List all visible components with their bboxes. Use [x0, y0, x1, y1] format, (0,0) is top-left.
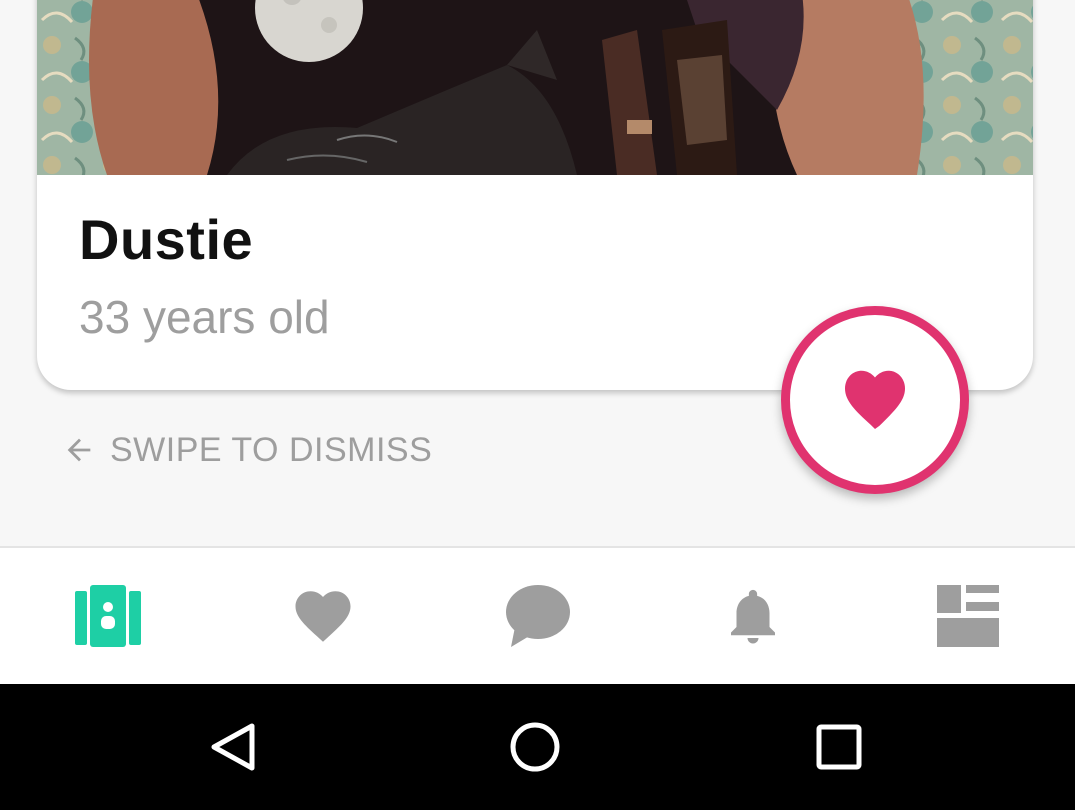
app-screen: Dustie 33 years old SWIPE TO DISMISS: [0, 0, 1075, 810]
profile-age: 33 years old: [79, 291, 330, 343]
recents-square-icon: [816, 724, 862, 770]
home-circle-icon: [510, 722, 560, 772]
heart-icon: [295, 591, 350, 642]
system-navigation-bar: [0, 684, 1075, 810]
nav-item-messages[interactable]: [430, 548, 645, 684]
system-back-button[interactable]: [203, 717, 263, 777]
nav-item-notifications[interactable]: [645, 548, 860, 684]
system-recents-button[interactable]: [809, 717, 869, 777]
bell-icon: [730, 589, 775, 644]
nav-item-discover[interactable]: [0, 548, 215, 684]
bottom-navigation: [0, 546, 1075, 684]
back-triangle-icon: [211, 723, 255, 771]
chat-bubble-icon: [505, 585, 570, 647]
arrow-left-icon: [67, 438, 91, 462]
heart-icon: [845, 370, 905, 430]
profile-name: Dustie: [79, 208, 254, 271]
system-home-button[interactable]: [505, 717, 565, 777]
cards-icon: [74, 585, 141, 647]
swipe-to-dismiss-hint: SWIPE TO DISMISS: [62, 430, 432, 470]
nav-item-likes[interactable]: [215, 548, 430, 684]
dashboard-icon: [936, 585, 999, 647]
profile-photo: [37, 0, 1033, 175]
swipe-hint-label: SWIPE TO DISMISS: [110, 430, 433, 469]
like-button[interactable]: [781, 306, 969, 494]
nav-item-dashboard[interactable]: [860, 548, 1075, 684]
